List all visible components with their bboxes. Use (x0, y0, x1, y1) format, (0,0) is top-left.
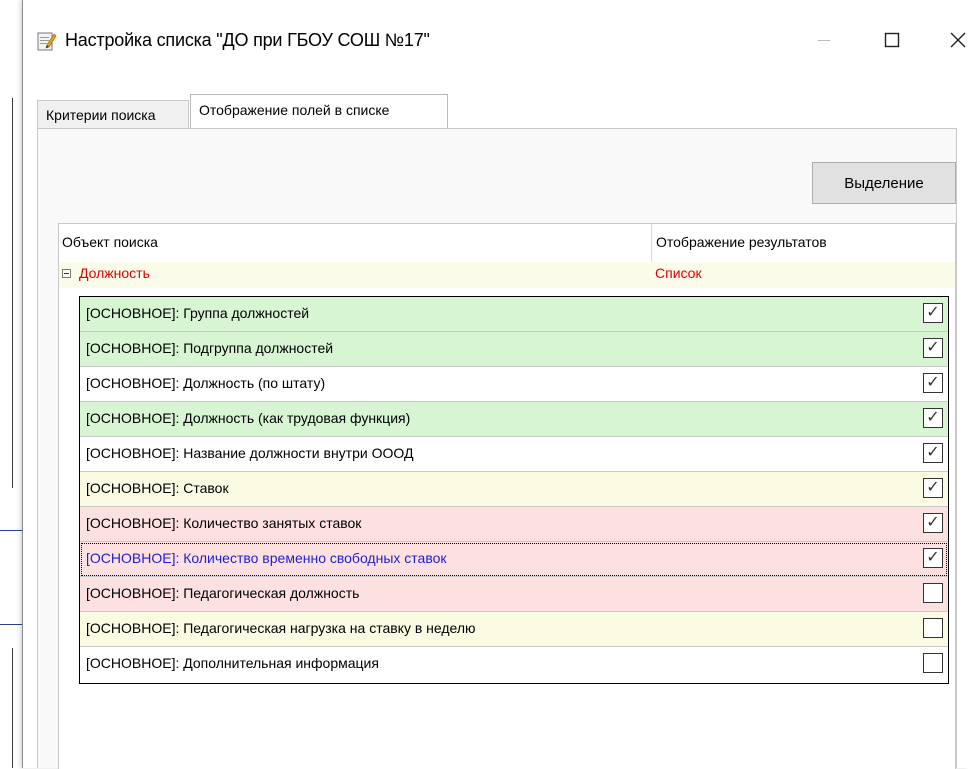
field-row[interactable]: [ОСНОВНОЕ]: Педагогическая должность (80, 577, 948, 612)
parent-result: Список (655, 265, 702, 281)
window-title: Настройка списка "ДО при ГБОУ СОШ №17" (65, 30, 430, 50)
field-checkbox[interactable] (923, 583, 943, 603)
fields-tree-grid: Объект поиска Отображение результатов До… (58, 223, 956, 769)
field-row[interactable]: [ОСНОВНОЕ]: Должность (по штату) ✓ (80, 367, 948, 402)
column-header-display-results[interactable]: Отображение результатов (656, 234, 827, 250)
field-label: [ОСНОВНОЕ]: Педагогическая нагрузка на с… (86, 620, 476, 636)
field-label: [ОСНОВНОЕ]: Количество временно свободны… (86, 550, 447, 566)
close-button[interactable] (935, 22, 968, 58)
field-checkbox[interactable] (923, 618, 943, 638)
field-label: [ОСНОВНОЕ]: Дополнительная информация (86, 655, 379, 671)
field-checkbox[interactable]: ✓ (923, 513, 943, 533)
column-separator[interactable] (651, 224, 652, 262)
child-rows: [ОСНОВНОЕ]: Группа должностей ✓ [ОСНОВНО… (79, 296, 949, 684)
grid-header: Объект поиска Отображение результатов (59, 224, 955, 262)
settings-dialog: Настройка списка "ДО при ГБОУ СОШ №17" К… (22, 0, 968, 769)
maximize-button[interactable] (869, 22, 915, 58)
collapse-icon[interactable] (62, 269, 71, 278)
field-row[interactable]: [ОСНОВНОЕ]: Количество занятых ставок ✓ (80, 507, 948, 542)
field-checkbox[interactable]: ✓ (923, 303, 943, 323)
background-border (12, 98, 13, 488)
parent-label: Должность (79, 265, 150, 281)
field-row[interactable]: [ОСНОВНОЕ]: Подгруппа должностей ✓ (80, 332, 948, 367)
minimize-button[interactable] (801, 22, 847, 58)
field-label: [ОСНОВНОЕ]: Должность (как трудовая функ… (86, 410, 411, 426)
edit-document-icon (37, 32, 57, 51)
title-bar[interactable]: Настройка списка "ДО при ГБОУ СОШ №17" (23, 0, 968, 82)
field-label: [ОСНОВНОЕ]: Количество занятых ставок (86, 515, 362, 531)
field-label: [ОСНОВНОЕ]: Должность (по штату) (86, 375, 326, 391)
field-label: [ОСНОВНОЕ]: Группа должностей (86, 305, 310, 321)
tab-panel: Выделение Объект поиска Отображение резу… (37, 128, 957, 769)
field-checkbox[interactable] (923, 653, 943, 673)
tree-parent-row[interactable]: Должность Список (59, 262, 955, 288)
field-row[interactable]: [ОСНОВНОЕ]: Ставок ✓ (80, 472, 948, 507)
field-label: [ОСНОВНОЕ]: Подгруппа должностей (86, 340, 334, 356)
field-checkbox[interactable]: ✓ (923, 338, 943, 358)
minimize-icon (818, 40, 830, 41)
field-row[interactable]: [ОСНОВНОЕ]: Должность (как трудовая функ… (80, 402, 948, 437)
field-checkbox[interactable]: ✓ (923, 478, 943, 498)
field-label: [ОСНОВНОЕ]: Ставок (86, 480, 229, 496)
tab-search-criteria[interactable]: Критерии поиска (37, 100, 189, 128)
field-label: [ОСНОВНОЕ]: Педагогическая должность (86, 585, 360, 601)
field-row[interactable]: [ОСНОВНОЕ]: Группа должностей ✓ (80, 297, 948, 332)
field-row-focused[interactable]: [ОСНОВНОЕ]: Количество временно свободны… (80, 542, 948, 577)
field-checkbox[interactable]: ✓ (923, 408, 943, 428)
field-row[interactable]: [ОСНОВНОЕ]: Название должности внутри ОО… (80, 437, 948, 472)
field-checkbox[interactable]: ✓ (923, 548, 943, 568)
close-icon (950, 32, 966, 48)
field-label: [ОСНОВНОЕ]: Название должности внутри ОО… (86, 445, 414, 461)
column-header-search-object[interactable]: Объект поиска (62, 234, 158, 250)
field-row[interactable]: [ОСНОВНОЕ]: Дополнительная информация (80, 647, 948, 682)
tab-field-display[interactable]: Отображение полей в списке (190, 94, 448, 128)
field-checkbox[interactable]: ✓ (923, 373, 943, 393)
field-checkbox[interactable]: ✓ (923, 443, 943, 463)
select-button[interactable]: Выделение (812, 162, 956, 204)
background-border (12, 648, 13, 768)
maximize-icon (884, 32, 900, 48)
field-row[interactable]: [ОСНОВНОЕ]: Педагогическая нагрузка на с… (80, 612, 948, 647)
